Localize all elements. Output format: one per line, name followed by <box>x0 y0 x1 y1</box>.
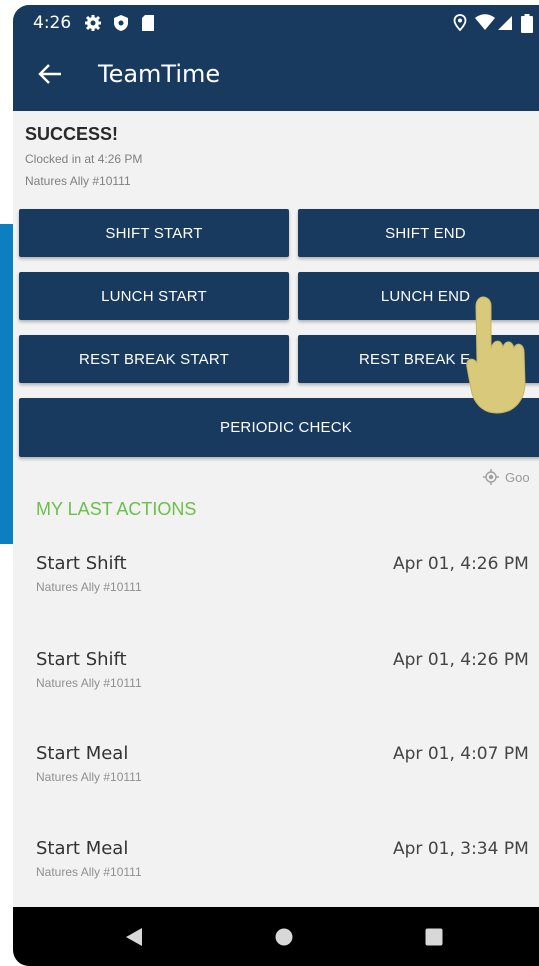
result-location: Natures Ally #10111 <box>25 174 131 188</box>
back-arrow-icon[interactable] <box>37 61 63 87</box>
shield-icon <box>114 15 128 31</box>
wifi-icon <box>475 14 495 30</box>
home-circle-icon[interactable] <box>275 928 293 946</box>
last-actions-heading: MY LAST ACTIONS <box>36 499 197 519</box>
phone-screen: 4:26 TeamTime SUCCESS! Clocked in at 4:2… <box>13 5 539 966</box>
action-title: Start Meal <box>36 838 129 859</box>
action-location: Natures Ally #10111 <box>36 865 142 879</box>
shift-start-button[interactable]: SHIFT START <box>19 209 289 257</box>
side-tab <box>0 224 14 544</box>
location-icon <box>453 14 467 32</box>
action-location: Natures Ally #10111 <box>36 676 142 690</box>
lunch-start-button[interactable]: LUNCH START <box>19 272 289 320</box>
action-time: Apr 01, 3:34 PM <box>393 839 529 859</box>
recents-square-icon[interactable] <box>425 928 443 946</box>
action-location: Natures Ally #10111 <box>36 580 142 594</box>
app-title: TeamTime <box>98 60 221 88</box>
result-clocked-in: Clocked in at 4:26 PM <box>25 152 143 166</box>
action-time: Apr 01, 4:26 PM <box>393 650 529 670</box>
pointer-hand-icon <box>466 296 526 414</box>
action-title: Start Shift <box>36 553 127 574</box>
gps-label: Goo <box>505 469 530 485</box>
status-bar: 4:26 <box>13 5 539 41</box>
action-time: Apr 01, 4:07 PM <box>393 744 529 764</box>
sd-card-icon <box>142 15 154 31</box>
system-nav-bar <box>13 907 539 966</box>
action-time: Apr 01, 4:26 PM <box>393 554 529 574</box>
back-triangle-icon[interactable] <box>125 927 143 947</box>
action-location: Natures Ally #10111 <box>36 770 142 784</box>
gear-icon <box>85 15 101 31</box>
gps-status: Goo <box>483 469 530 485</box>
battery-icon <box>521 14 533 33</box>
result-title: SUCCESS! <box>25 124 119 144</box>
action-title: Start Meal <box>36 743 129 764</box>
periodic-check-button[interactable]: PERIODIC CHECK <box>19 398 539 457</box>
signal-icon <box>498 16 512 30</box>
rest-break-start-button[interactable]: REST BREAK START <box>19 335 289 383</box>
status-time: 4:26 <box>33 13 72 33</box>
shift-end-button[interactable]: SHIFT END <box>298 209 539 257</box>
app-bar: TeamTime <box>13 41 539 111</box>
action-title: Start Shift <box>36 649 127 670</box>
gps-target-icon <box>483 469 499 485</box>
